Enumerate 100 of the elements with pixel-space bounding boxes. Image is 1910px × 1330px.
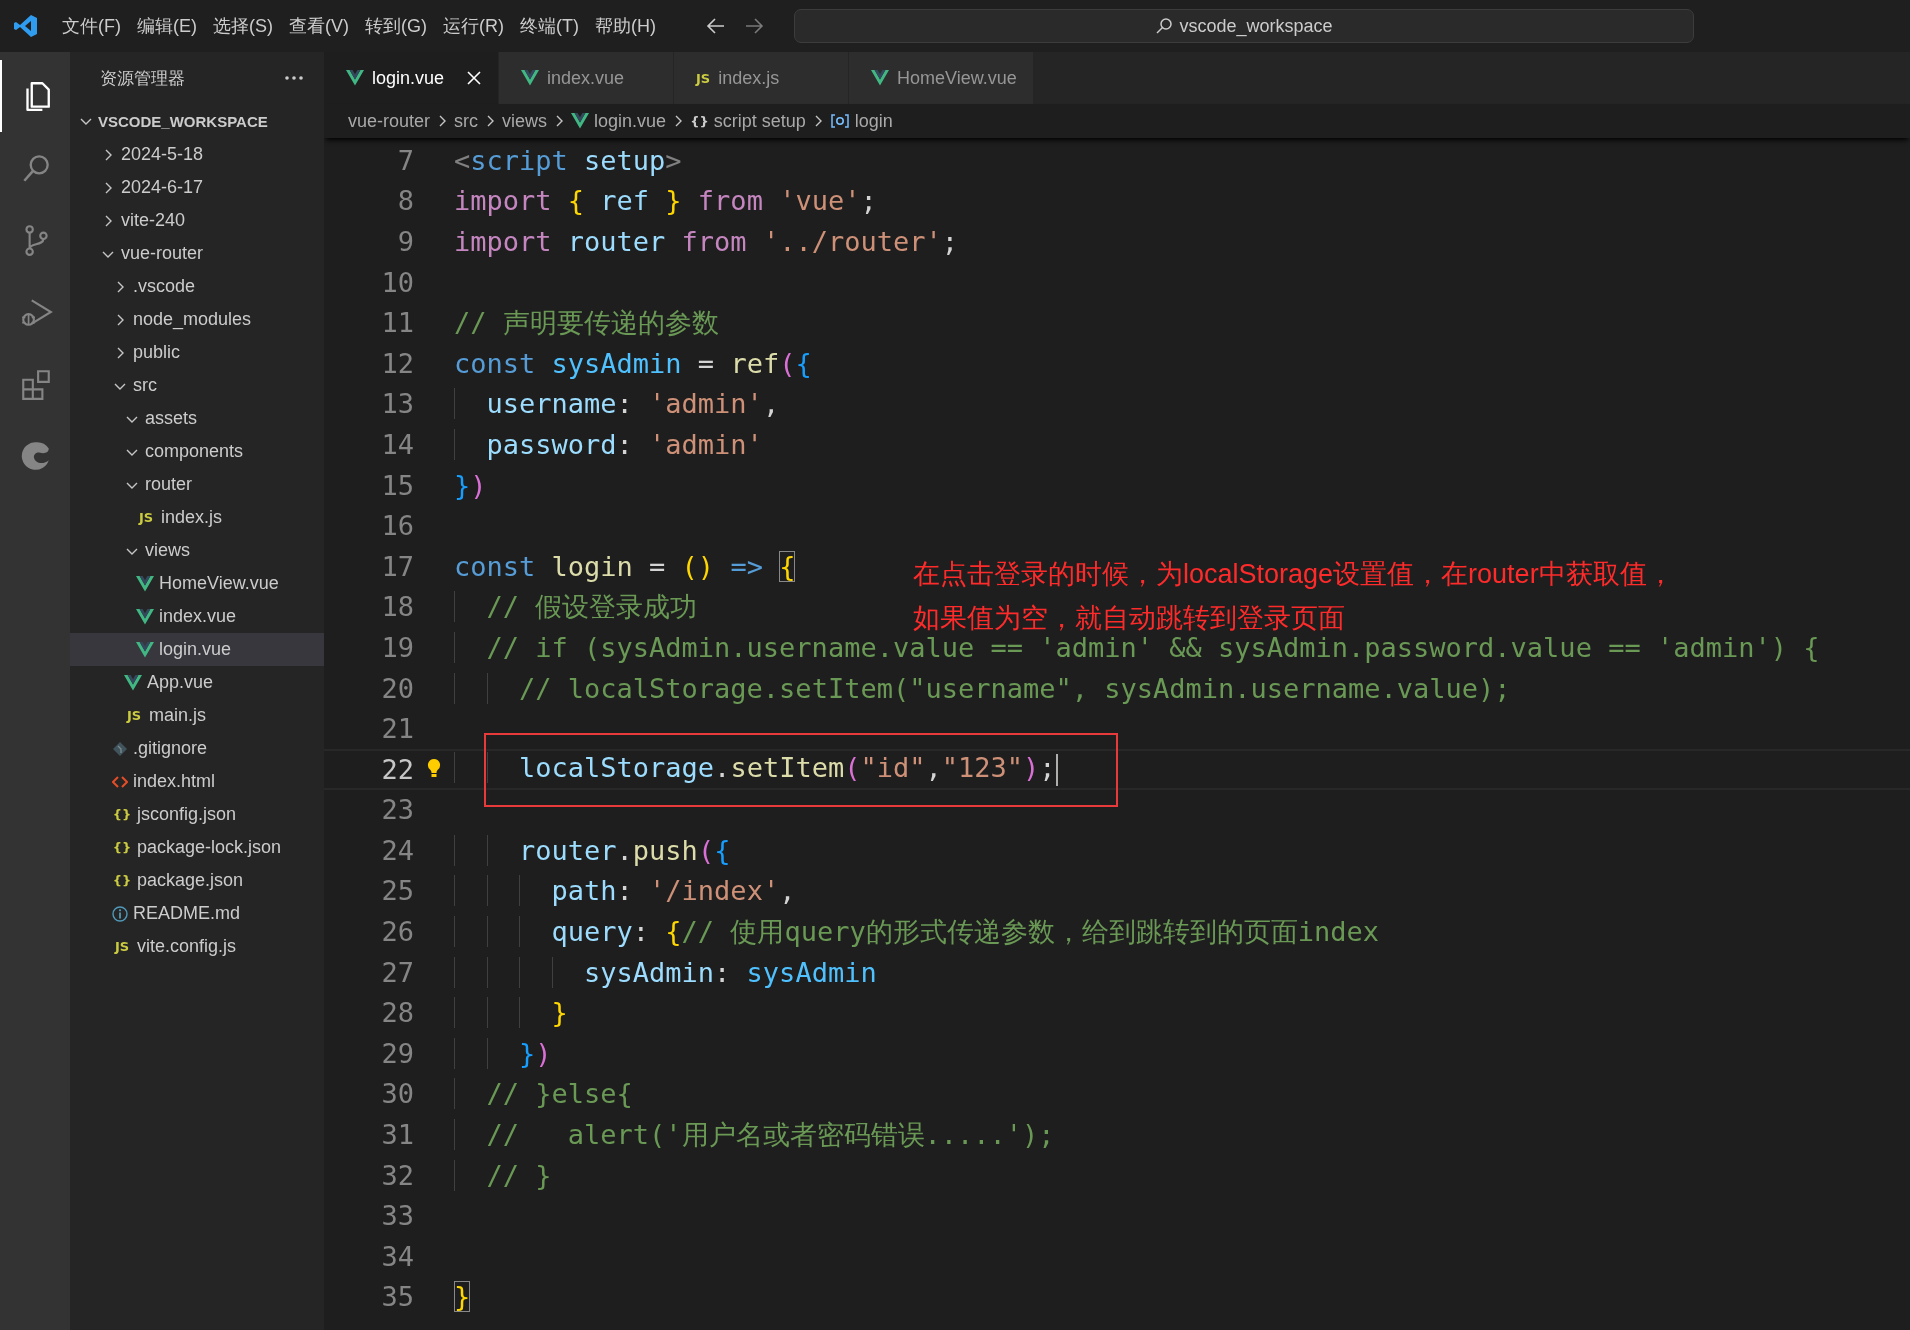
code-line: path: '/index', — [454, 875, 796, 907]
tree-item[interactable]: vite-240 — [70, 204, 324, 237]
breadcrumb-item[interactable]: {} script setup — [690, 110, 806, 132]
line-number: 17 — [380, 550, 414, 582]
line-number: 26 — [380, 916, 414, 948]
line-number: 8 — [396, 185, 414, 217]
more-icon[interactable] — [284, 75, 304, 81]
line-number: 16 — [380, 510, 414, 542]
tree-item[interactable]: JS main.js — [70, 699, 324, 732]
tree-item[interactable]: {} package.json — [70, 864, 324, 897]
editor-tab[interactable]: index.vue — [499, 52, 674, 104]
line-number: 27 — [380, 956, 414, 988]
info-icon — [112, 905, 128, 922]
tree-item[interactable]: views — [70, 534, 324, 567]
menu-item[interactable]: 终端(T) — [512, 10, 587, 42]
vue-logo-icon — [521, 70, 539, 86]
code-line: localStorage.setItem("id","123"); — [454, 752, 1058, 786]
code-line: import router from '../router'; — [454, 226, 958, 257]
code-line: } — [454, 997, 568, 1029]
js-file-icon: JS — [696, 70, 711, 86]
menu-item[interactable]: 文件(F) — [54, 10, 129, 42]
close-icon[interactable] — [466, 70, 482, 86]
editor-tab[interactable]: HomeView.vue — [849, 52, 1034, 104]
section-header[interactable]: VSCODE_WORKSPACE — [98, 112, 268, 130]
tree-item[interactable]: .gitignore — [70, 732, 324, 765]
menu-item[interactable]: 编辑(E) — [129, 10, 205, 42]
tree-item[interactable]: index.html — [70, 765, 324, 798]
sidebar-title: 资源管理器 — [100, 67, 185, 90]
code-line: const sysAdmin = ref({ — [454, 347, 812, 379]
code-line: query: {// 使用query的形式传递参数，给到跳转到的页面index — [454, 913, 1379, 950]
tree-item[interactable]: 2024-6-17 — [70, 171, 324, 204]
tree-item[interactable]: router — [70, 468, 324, 501]
code-line: // } — [454, 1159, 552, 1191]
braces-icon: {} — [112, 807, 132, 822]
editor-tab[interactable]: JS index.js — [674, 52, 849, 104]
tree-item[interactable]: JS index.js — [70, 501, 324, 534]
js-file-icon: JS — [136, 510, 156, 525]
tree-item[interactable]: JS vite.config.js — [70, 930, 324, 963]
line-number: 12 — [380, 347, 414, 379]
code-line: username: 'admin', — [454, 388, 780, 420]
js-file-icon: JS — [124, 708, 144, 723]
js-file-icon: JS — [112, 939, 132, 954]
line-number: 18 — [380, 591, 414, 623]
menu-item[interactable]: 帮助(H) — [586, 10, 664, 42]
breadcrumb-item[interactable]: src — [454, 110, 479, 132]
breadcrumb-item[interactable]: login — [829, 110, 893, 132]
tree-item[interactable]: App.vue — [70, 666, 324, 699]
code-line: } — [454, 1281, 471, 1313]
tree-item[interactable]: {} jsconfig.json — [70, 798, 324, 831]
menu-item[interactable]: 转到(G) — [357, 10, 435, 42]
line-number: 33 — [380, 1200, 414, 1232]
menu-item[interactable]: 运行(R) — [435, 10, 512, 42]
app-logo-icon — [14, 14, 38, 38]
line-number: 14 — [380, 428, 414, 460]
diamond-icon — [112, 740, 128, 757]
menu-item[interactable]: 查看(V) — [281, 10, 357, 42]
line-number: 30 — [380, 1078, 414, 1110]
tree-item[interactable]: public — [70, 336, 324, 369]
vue-logo-icon — [136, 575, 154, 592]
breadcrumb-item[interactable]: views — [502, 110, 548, 132]
code-line: import { ref } from 'vue'; — [454, 185, 877, 217]
code-line: router.push({ — [454, 834, 731, 866]
code-line: sysAdmin: sysAdmin — [454, 956, 877, 988]
line-number: 20 — [380, 672, 414, 704]
tree-item[interactable]: vue-router — [70, 237, 324, 270]
line-number: 28 — [380, 997, 414, 1029]
vue-logo-icon — [136, 608, 154, 625]
line-number: 7 — [396, 144, 414, 176]
breadcrumb-item[interactable]: vue-router — [348, 110, 431, 132]
code-line: const login = () => { — [454, 550, 796, 582]
forward-arrow-icon[interactable] — [743, 17, 764, 35]
editor-tab[interactable]: login.vue — [324, 52, 499, 104]
tree-item[interactable]: assets — [70, 402, 324, 435]
tree-item[interactable]: 2024-5-18 — [70, 138, 324, 171]
code-line: // localStorage.setItem("username", sysAdmin.username.value); — [454, 672, 1511, 704]
tree-item[interactable]: HomeView.vue — [70, 567, 324, 600]
braces-icon: {} — [112, 873, 132, 888]
back-arrow-icon[interactable] — [705, 17, 726, 35]
vue-logo-icon — [871, 70, 889, 86]
tree-item[interactable]: .vscode — [70, 270, 324, 303]
tree-item[interactable]: src — [70, 369, 324, 402]
tree-item[interactable]: index.vue — [70, 600, 324, 633]
tree-item[interactable]: README.md — [70, 897, 324, 930]
vue-logo-icon — [124, 674, 142, 691]
angle-brackets-icon — [112, 774, 128, 789]
breadcrumb-item[interactable]: login.vue — [571, 110, 667, 132]
line-number: 24 — [380, 834, 414, 866]
tree-item[interactable]: node_modules — [70, 303, 324, 336]
line-number: 25 — [380, 875, 414, 907]
menu-item[interactable]: 选择(S) — [205, 10, 281, 42]
tree-item[interactable]: {} package-lock.json — [70, 831, 324, 864]
code-line: // alert('用户名或者密码错误.....'); — [454, 1116, 1055, 1153]
line-number: 23 — [380, 794, 414, 826]
line-number: 29 — [380, 1037, 414, 1069]
line-number: 10 — [380, 266, 414, 298]
extensions-icon[interactable] — [19, 367, 53, 401]
tree-item[interactable]: login.vue — [70, 633, 324, 666]
tree-item[interactable]: components — [70, 435, 324, 468]
code-line: // 假设登录成功 — [454, 588, 698, 625]
command-center[interactable]: vscode_workspace — [793, 9, 1694, 43]
